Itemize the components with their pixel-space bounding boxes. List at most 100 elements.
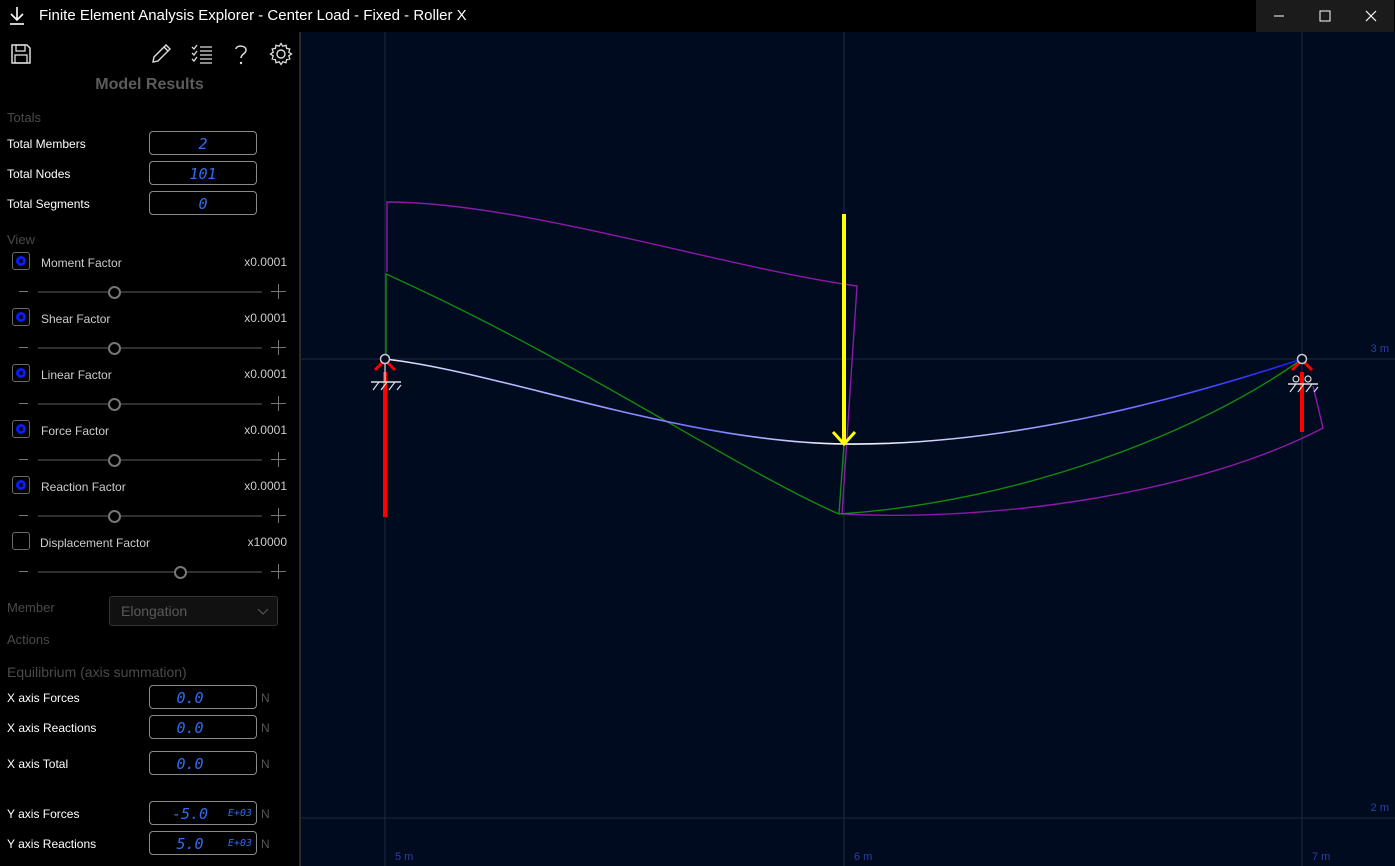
displacement-factor-checkbox[interactable]: [12, 532, 30, 550]
linear-factor-label: Linear Factor: [41, 368, 112, 382]
model-canvas[interactable]: 3 m 2 m 5 m 6 m 7 m: [301, 32, 1395, 866]
chevron-down-icon: [257, 608, 269, 615]
slider-track: [38, 515, 262, 517]
x-axis-total-value: 0.0: [149, 751, 257, 775]
results-panel: Model Results Totals Total Members 2 Tot…: [0, 32, 299, 866]
force-factor-label: Force Factor: [41, 424, 110, 438]
force-factor-slider[interactable]: [14, 452, 286, 468]
save-icon[interactable]: [9, 42, 33, 66]
x-axis-forces-label: X axis Forces: [7, 691, 80, 705]
close-button[interactable]: [1348, 0, 1394, 32]
grid-label-y-top: 3 m: [1371, 343, 1389, 355]
y-axis-reactions-label: Y axis Reactions: [7, 837, 97, 851]
structure-diagram: 3 m 2 m 5 m 6 m 7 m: [301, 32, 1395, 866]
displacement-factor-slider[interactable]: [14, 564, 286, 580]
decrease-icon[interactable]: [19, 459, 28, 460]
reaction-factor-value: x0.0001: [244, 479, 287, 493]
minimize-button[interactable]: [1256, 0, 1302, 32]
x-axis-forces-unit: N: [261, 691, 270, 705]
equilibrium-heading: Equilibrium (axis summation): [7, 664, 187, 680]
slider-track: [38, 459, 262, 461]
y-axis-forces-label: Y axis Forces: [7, 807, 80, 821]
moment-factor-checkbox[interactable]: [12, 252, 30, 270]
reaction-factor-slider[interactable]: [14, 508, 286, 524]
total-segments-label: Total Segments: [7, 197, 90, 211]
totals-heading: Totals: [7, 110, 41, 125]
decrease-icon[interactable]: [19, 347, 28, 348]
increase-icon[interactable]: [271, 564, 286, 579]
slider-thumb[interactable]: [108, 454, 121, 467]
total-members-value: 2: [149, 131, 257, 155]
increase-icon[interactable]: [271, 340, 286, 355]
slider-thumb[interactable]: [108, 398, 121, 411]
edit-pencil-icon[interactable]: [149, 42, 173, 66]
decrease-icon[interactable]: [19, 291, 28, 292]
shear-factor-slider[interactable]: [14, 340, 286, 356]
decrease-icon[interactable]: [19, 515, 28, 516]
force-factor-checkbox[interactable]: [12, 420, 30, 438]
maximize-icon: [1319, 10, 1331, 22]
slider-track: [38, 403, 262, 405]
help-icon[interactable]: [229, 42, 253, 66]
y-axis-forces-unit: N: [261, 807, 270, 821]
slider-thumb[interactable]: [108, 342, 121, 355]
slider-track: [38, 291, 262, 293]
maximize-button[interactable]: [1302, 0, 1348, 32]
moment-factor-value: x0.0001: [244, 255, 287, 269]
linear-factor-value: x0.0001: [244, 367, 287, 381]
node-left[interactable]: [379, 353, 391, 365]
view-heading: View: [7, 232, 35, 247]
checked-indicator: [16, 424, 26, 434]
x-axis-reactions-label: X axis Reactions: [7, 721, 97, 735]
increase-icon[interactable]: [271, 284, 286, 299]
linear-factor-slider[interactable]: [14, 396, 286, 412]
minimize-icon: [1274, 15, 1284, 17]
reaction-factor-label: Reaction Factor: [41, 480, 126, 494]
slider-thumb[interactable]: [108, 286, 121, 299]
x-axis-total-unit: N: [261, 757, 270, 771]
x-axis-reactions-unit: N: [261, 721, 270, 735]
checked-indicator: [16, 312, 26, 322]
member-property-select[interactable]: Elongation: [109, 596, 278, 626]
moment-factor-slider[interactable]: [14, 284, 286, 300]
decrease-icon[interactable]: [19, 403, 28, 404]
checked-indicator: [16, 480, 26, 490]
slider-track: [38, 571, 262, 573]
slider-thumb[interactable]: [108, 510, 121, 523]
member-select-value: Elongation: [121, 603, 188, 619]
panel-title: Model Results: [95, 76, 204, 93]
y-axis-reactions-value: 5.0 E+03: [149, 831, 257, 855]
window-title: Finite Element Analysis Explorer - Cente…: [39, 7, 467, 24]
y-axis-reactions-unit: N: [261, 837, 270, 851]
node-right[interactable]: [1296, 353, 1308, 365]
slider-track: [38, 347, 262, 349]
increase-icon[interactable]: [271, 452, 286, 467]
total-nodes-value: 101: [149, 161, 257, 185]
x-axis-total-label: X axis Total: [7, 757, 69, 771]
displacement-factor-value: x10000: [247, 535, 287, 549]
grid-label-x-left: 5 m: [395, 851, 413, 863]
close-icon: [1365, 10, 1377, 22]
shear-factor-value: x0.0001: [244, 311, 287, 325]
displacement-factor-label: Displacement Factor: [40, 536, 151, 550]
reaction-factor-checkbox[interactable]: [12, 476, 30, 494]
download-icon: [10, 7, 24, 25]
moment-factor-label: Moment Factor: [41, 256, 122, 270]
force-factor-value: x0.0001: [244, 423, 287, 437]
grid-label-y-bottom: 2 m: [1371, 802, 1389, 814]
checklist-icon[interactable]: [190, 42, 214, 66]
slider-thumb[interactable]: [174, 566, 187, 579]
x-axis-reactions-value: 0.0: [149, 715, 257, 739]
increase-icon[interactable]: [271, 508, 286, 523]
decrease-icon[interactable]: [19, 571, 28, 572]
total-nodes-label: Total Nodes: [7, 167, 71, 181]
y-axis-forces-value: -5.0 E+03: [149, 801, 257, 825]
increase-icon[interactable]: [271, 396, 286, 411]
shear-factor-checkbox[interactable]: [12, 308, 30, 326]
settings-gear-icon[interactable]: [269, 42, 293, 66]
checked-indicator: [16, 256, 26, 266]
linear-factor-checkbox[interactable]: [12, 364, 30, 382]
total-segments-value: 0: [149, 191, 257, 215]
checked-indicator: [16, 368, 26, 378]
title-bar: Finite Element Analysis Explorer - Cente…: [0, 0, 1395, 32]
